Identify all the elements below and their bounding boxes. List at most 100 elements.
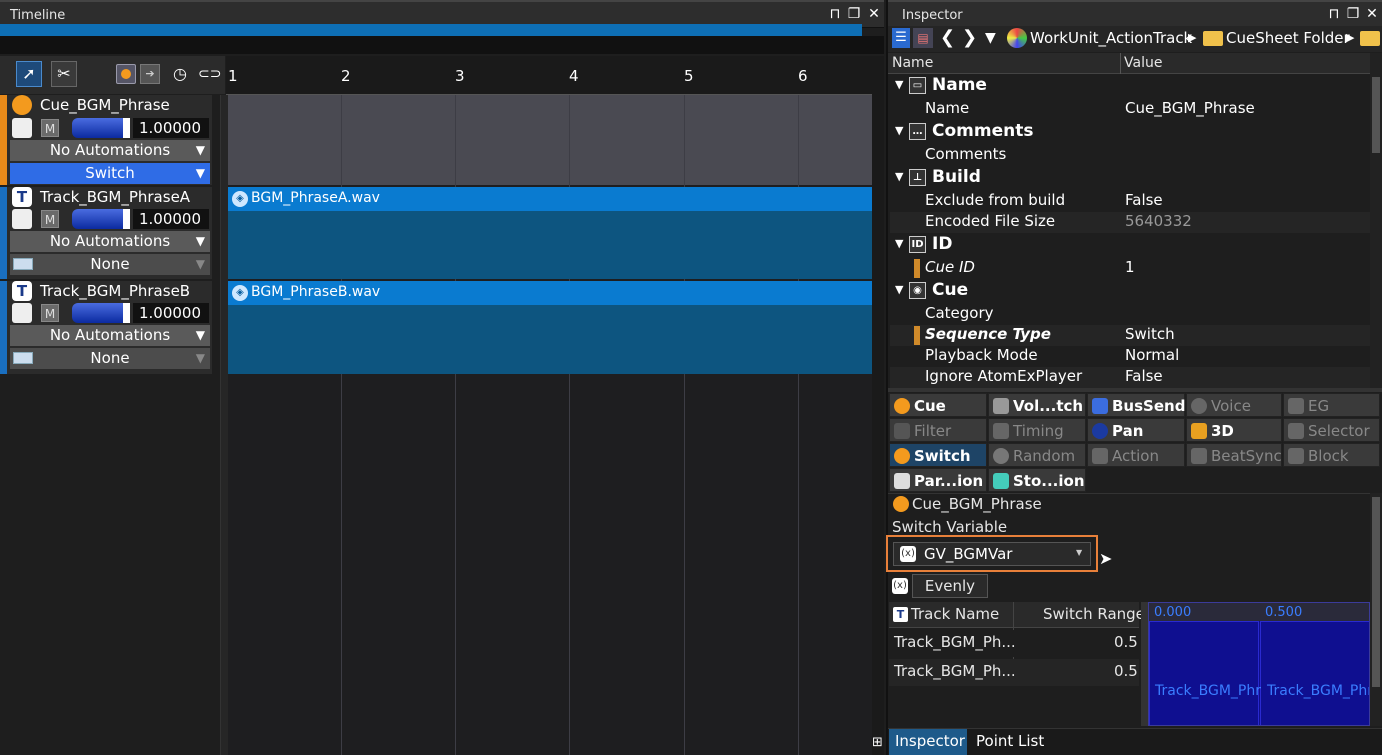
category-cue[interactable]: ▼ ◉ Cue: [890, 280, 1370, 303]
tab-block[interactable]: Block: [1283, 443, 1380, 467]
row-range[interactable]: 0.5: [1114, 633, 1138, 651]
property-scrollbar[interactable]: [1370, 53, 1382, 388]
timeline-scroll-overview[interactable]: [0, 24, 862, 36]
panel-splitter[interactable]: [888, 388, 1382, 392]
tab-parameter-pallet[interactable]: Par...ion: [889, 468, 987, 492]
link-icon[interactable]: ⊂⊃: [198, 64, 221, 84]
tab-bussend[interactable]: BusSend: [1087, 393, 1185, 417]
close-icon[interactable]: ✕: [866, 6, 882, 22]
mute-button[interactable]: M: [41, 119, 59, 137]
tab-pan[interactable]: Pan: [1087, 418, 1185, 442]
track-header-a[interactable]: T Track_BGM_PhraseA M 1.00000 No Automat…: [0, 187, 212, 279]
prop-row-seqtype[interactable]: Sequence Type Switch: [890, 325, 1370, 346]
waveform-clip-a[interactable]: ◈ BGM_PhraseA.wav: [228, 187, 872, 279]
switch-range-graph[interactable]: 0.000 0.500 Track_BGM_Phr Track_BGM_Phr: [1148, 602, 1370, 726]
maximize-icon[interactable]: ❐: [846, 6, 862, 22]
graph-splitter[interactable]: [1141, 602, 1148, 726]
clock-icon[interactable]: ◷: [170, 64, 190, 84]
back-icon[interactable]: ❮: [940, 27, 955, 48]
breadcrumb-folder[interactable]: CueSheet Folder: [1226, 29, 1350, 47]
prop-row-category[interactable]: Category: [890, 304, 1370, 325]
volume-slider[interactable]: [72, 118, 130, 138]
volume-slider[interactable]: [72, 303, 130, 323]
collapse-icon[interactable]: ▼: [895, 78, 903, 91]
category-name[interactable]: ▼ ▭ Name: [890, 75, 1370, 98]
list-view-icon[interactable]: ☰: [892, 28, 910, 48]
tab-filter[interactable]: Filter: [889, 418, 987, 442]
prop-row-encoded[interactable]: Encoded File Size 5640332: [890, 212, 1370, 233]
envelope-icon[interactable]: [12, 303, 32, 323]
collapse-icon[interactable]: ▼: [895, 170, 903, 183]
evenly-button[interactable]: Evenly: [912, 574, 988, 598]
prop-value[interactable]: Normal: [1125, 346, 1179, 364]
tab-cue[interactable]: Cue: [889, 393, 987, 417]
close-icon[interactable]: ✕: [1364, 6, 1380, 22]
tab-selector[interactable]: Selector: [1283, 418, 1380, 442]
automation-dropdown[interactable]: No Automations ▼: [10, 140, 210, 161]
tab-action[interactable]: Action: [1087, 443, 1185, 467]
prop-value[interactable]: 1: [1125, 258, 1135, 276]
mode-dropdown[interactable]: Switch ▼: [10, 163, 210, 184]
volume-value[interactable]: 1.00000: [133, 303, 209, 323]
mute-button[interactable]: M: [41, 210, 59, 228]
volume-knob[interactable]: [123, 209, 130, 229]
range-block[interactable]: [1149, 621, 1259, 725]
track-header-splitter[interactable]: [220, 95, 228, 755]
volume-value[interactable]: 1.00000: [133, 118, 209, 138]
dropdown-icon[interactable]: ▼: [985, 30, 996, 46]
waveform-clip-b[interactable]: ◈ BGM_PhraseB.wav: [228, 281, 872, 374]
range-block[interactable]: [1260, 621, 1369, 725]
collapse-icon[interactable]: ▼: [895, 283, 903, 296]
envelope-icon[interactable]: [12, 209, 32, 229]
collapse-icon[interactable]: ▼: [895, 237, 903, 250]
tab-storage[interactable]: Sto...ion: [988, 468, 1086, 492]
forward-icon[interactable]: ❯: [962, 27, 977, 48]
volume-knob[interactable]: [123, 303, 130, 323]
col-track-name[interactable]: Track Name: [911, 605, 999, 623]
track-header-b[interactable]: T Track_BGM_PhraseB M 1.00000 No Automat…: [0, 281, 212, 374]
switch-variable-select[interactable]: (x) GV_BGMVar ▼: [893, 542, 1091, 566]
tab-eg[interactable]: EG: [1283, 393, 1380, 417]
mode-dropdown[interactable]: None ▼: [10, 254, 210, 275]
mute-button[interactable]: M: [41, 304, 59, 322]
pin-icon[interactable]: ⊓: [1326, 6, 1342, 22]
prop-value[interactable]: Switch: [1125, 325, 1175, 343]
vertical-scrollbar[interactable]: [872, 56, 884, 755]
prop-value[interactable]: Cue_BGM_Phrase: [1125, 99, 1255, 117]
pin-icon[interactable]: ⊓: [827, 6, 843, 22]
collapse-icon[interactable]: ▼: [895, 124, 903, 137]
col-switch-range[interactable]: Switch Range: [1043, 605, 1145, 623]
track-header-cue[interactable]: Cue_BGM_Phrase M 1.00000 No Automations ▼…: [0, 95, 212, 185]
automation-dropdown[interactable]: No Automations ▼: [10, 231, 210, 252]
tab-random[interactable]: Random: [988, 443, 1086, 467]
prop-value[interactable]: False: [1125, 191, 1163, 209]
category-build[interactable]: ▼ ⊥ Build: [890, 167, 1370, 190]
tab-point-list[interactable]: Point List: [970, 729, 1054, 755]
prop-row-cueid[interactable]: Cue ID 1: [890, 258, 1370, 279]
tab-3d-positioning[interactable]: 3D ...ing: [1186, 418, 1282, 464]
breadcrumb-workunit[interactable]: WorkUnit_ActionTrack: [1030, 29, 1192, 47]
tab-volume-pitch[interactable]: Vol...tch: [988, 393, 1086, 417]
prop-row-comments[interactable]: Comments: [890, 145, 1370, 166]
tab-switch[interactable]: Switch: [889, 443, 987, 467]
switch-scrollbar[interactable]: [1370, 493, 1382, 726]
history-icon[interactable]: ▤: [913, 28, 933, 48]
tab-beatsync[interactable]: BeatSync: [1186, 443, 1282, 467]
volume-value[interactable]: 1.00000: [133, 209, 209, 229]
volume-knob[interactable]: [123, 118, 130, 138]
column-divider[interactable]: [1120, 53, 1121, 74]
prop-value[interactable]: False: [1125, 367, 1163, 385]
tab-voice[interactable]: Voice: [1186, 393, 1282, 417]
prop-row-name[interactable]: Name Cue_BGM_Phrase: [890, 99, 1370, 120]
category-comments[interactable]: ▼ … Comments: [890, 121, 1370, 144]
prop-row-exclude[interactable]: Exclude from build False: [890, 191, 1370, 212]
cue-mode-icon[interactable]: [116, 64, 136, 84]
mode-dropdown[interactable]: None ▼: [10, 348, 210, 369]
next-icon[interactable]: ➔: [140, 64, 160, 84]
scissors-tool-icon[interactable]: ✂: [51, 61, 77, 87]
maximize-icon[interactable]: ❐: [1345, 6, 1361, 22]
column-name-header[interactable]: Name: [892, 55, 933, 71]
tab-timing[interactable]: Timing: [988, 418, 1086, 442]
tab-inspector[interactable]: Inspector: [889, 729, 967, 755]
automation-dropdown[interactable]: No Automations ▼: [10, 325, 210, 346]
